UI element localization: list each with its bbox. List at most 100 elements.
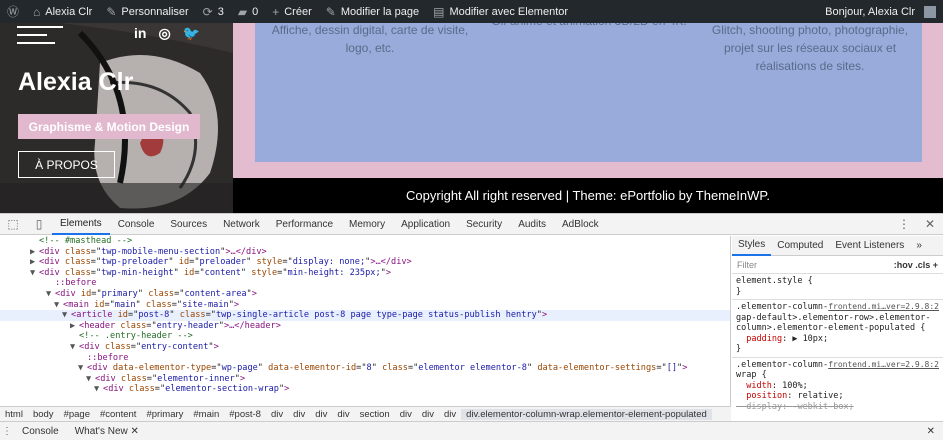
dom-node[interactable]: ▼ <article id="post-8" class="twp-single-… [0,310,730,321]
breadcrumb-item[interactable]: div [288,409,310,420]
more-tabs-icon[interactable]: » [910,236,928,256]
tab-network[interactable]: Network [215,214,268,235]
collapse-arrow-icon[interactable]: ▼ [54,300,63,311]
collapse-arrow-icon[interactable]: ▼ [78,363,87,374]
expand-arrow-icon[interactable]: ▶ [70,321,79,332]
wp-logo-menu[interactable]: Ⓦ [0,0,26,23]
expand-arrow-icon[interactable]: ▶ [30,257,39,268]
inspect-element-icon[interactable]: ⬚ [0,214,26,235]
style-rule[interactable]: element.style { } [732,274,943,300]
tab-adblock[interactable]: AdBlock [554,214,607,235]
brush-icon: ✎ [106,4,117,19]
close-icon[interactable]: ✕ [917,214,943,235]
elementor-menu[interactable]: ▤ Modifier avec Elementor [426,0,575,23]
collapse-arrow-icon[interactable]: ▼ [70,342,79,353]
dom-node[interactable]: ▼ <div data-elementor-type="wp-page" data… [0,363,730,374]
breadcrumb-item[interactable]: div [417,409,439,420]
dom-node[interactable]: ▼ <main id="main" class="site-main"> [0,300,730,311]
hamburger-menu-button[interactable] [17,26,63,46]
updates-menu[interactable]: ⟳ 3 [196,0,231,23]
source-link[interactable]: frontend.mi…ver=2.9.8:2 [828,360,939,371]
collapse-arrow-icon[interactable]: ▼ [86,374,95,385]
dom-node[interactable]: ▶ <div class="twp-mobile-menu-section">…<… [0,247,730,258]
filter-toggles[interactable]: :hov .cls + [894,260,938,270]
breadcrumb-item[interactable]: div [332,409,354,420]
breadcrumb-item[interactable]: body [28,409,59,420]
wordpress-icon: Ⓦ [7,5,20,19]
dom-tree[interactable]: <!-- #masthead --> ▶ <div class="twp-mobil… [0,236,731,406]
collapse-arrow-icon[interactable]: ▼ [46,289,55,300]
close-drawer-icon[interactable]: ✕ [927,426,943,437]
comment-icon: ▰ [237,4,248,19]
style-rule[interactable]: frontend.mi…ver=2.9.8:2 .elementor-colum… [732,358,943,415]
breadcrumb-item[interactable]: div [310,409,332,420]
style-rule[interactable]: frontend.mi…ver=2.9.8:2 .elementor-colum… [732,300,943,358]
breadcrumb-item[interactable]: div [395,409,417,420]
site-footer: Copyright All right reserved | Theme: eP… [233,178,943,213]
tab-security[interactable]: Security [458,214,510,235]
account-menu[interactable]: Bonjour, Alexia Clr [818,0,943,23]
tab-console[interactable]: Console [110,214,163,235]
drawer-menu-icon[interactable]: ⋮ [0,426,14,437]
breadcrumb-item[interactable]: div [439,409,461,420]
device-toolbar-icon[interactable]: ▯ [26,214,52,235]
breadcrumb: html body #page #content #primary #main #post-… [0,406,731,421]
dom-node[interactable]: ▶ <div class="twp-preloader" id="preloade… [0,257,730,268]
twitter-icon[interactable]: 🐦 [183,25,200,42]
service-description: Glitch, shooting photo, photographie, pr… [711,23,909,73]
dom-node[interactable]: ▼ <div class="elementor-inner"> [0,374,730,385]
tab-event-listeners[interactable]: Event Listeners [829,236,910,256]
dom-node[interactable]: <!-- .entry-header --> [0,331,730,342]
tab-sources[interactable]: Sources [162,214,215,235]
tab-performance[interactable]: Performance [268,214,341,235]
site-title[interactable]: Alexia Clr [18,68,133,97]
about-button[interactable]: À PROPOS [18,151,115,178]
tab-styles[interactable]: Styles [732,236,772,256]
dom-node[interactable]: ▶ <header class="entry-header">…</header> [0,321,730,332]
devtools-tabbar: ⬚ ▯ Elements Console Sources Network Per… [0,214,943,235]
tab-application[interactable]: Application [393,214,458,235]
breadcrumb-item[interactable]: #main [188,409,224,420]
source-link[interactable]: frontend.mi…ver=2.9.8:2 [828,302,939,313]
dom-node[interactable]: ▼ <div class="elementor-section-wrap"> [0,384,730,395]
collapse-arrow-icon[interactable]: ▼ [94,384,103,395]
dom-node[interactable]: ▼ <div class="twp-min-height" id="content… [0,268,730,279]
plus-icon: + [272,4,280,19]
breadcrumb-item[interactable]: #post-8 [224,409,266,420]
drawer-tab-whats-new[interactable]: What's New ✕ [67,426,147,437]
styles-pane: Styles Computed Event Listeners » Filter… [732,236,943,421]
breadcrumb-item[interactable]: html [0,409,28,420]
linkedin-icon[interactable]: in [134,25,146,42]
drawer-tab-console[interactable]: Console [14,426,67,437]
expand-arrow-icon[interactable]: ▶ [30,247,39,258]
breadcrumb-item[interactable]: div [266,409,288,420]
home-icon: ⌂ [33,4,41,19]
tab-elements[interactable]: Elements [52,214,110,235]
close-icon[interactable]: ✕ [131,426,139,437]
styles-filter-input[interactable]: Filter :hov .cls + [732,256,943,274]
dom-node[interactable]: ::before [0,278,730,289]
dom-node[interactable]: ::before [0,353,730,364]
service-description: Affiche, dessin digital, carte de visite… [271,23,469,55]
site-name-menu[interactable]: ⌂ Alexia Clr [26,0,99,23]
breadcrumb-item[interactable]: #page [59,409,95,420]
customize-menu[interactable]: ✎ Personnaliser [99,0,195,23]
dom-node[interactable]: ▼ <div class="entry-content"> [0,342,730,353]
edit-page-menu[interactable]: ✎ Modifier la page [319,0,426,23]
comments-menu[interactable]: ▰ 0 [231,0,265,23]
tab-memory[interactable]: Memory [341,214,393,235]
new-content-menu[interactable]: + Créer [265,0,319,23]
dom-node[interactable]: <!-- #masthead --> [0,236,730,247]
collapse-arrow-icon[interactable]: ▼ [30,268,39,279]
tab-audits[interactable]: Audits [510,214,554,235]
collapse-arrow-icon[interactable]: ▼ [62,310,71,321]
breadcrumb-item[interactable]: #content [95,409,141,420]
breadcrumb-item[interactable]: #primary [141,409,188,420]
instagram-icon[interactable]: ◎ [158,25,170,42]
tab-computed[interactable]: Computed [771,236,829,256]
devtools-drawer: ⋮ Console What's New ✕ ✕ [0,421,943,440]
breadcrumb-item[interactable]: div.elementor-column-wrap.elementor-elem… [461,408,712,420]
more-options-icon[interactable]: ⋮ [891,214,917,235]
breadcrumb-item[interactable]: section [355,409,395,420]
dom-node[interactable]: ▼ <div id="primary" class="content-area"> [0,289,730,300]
